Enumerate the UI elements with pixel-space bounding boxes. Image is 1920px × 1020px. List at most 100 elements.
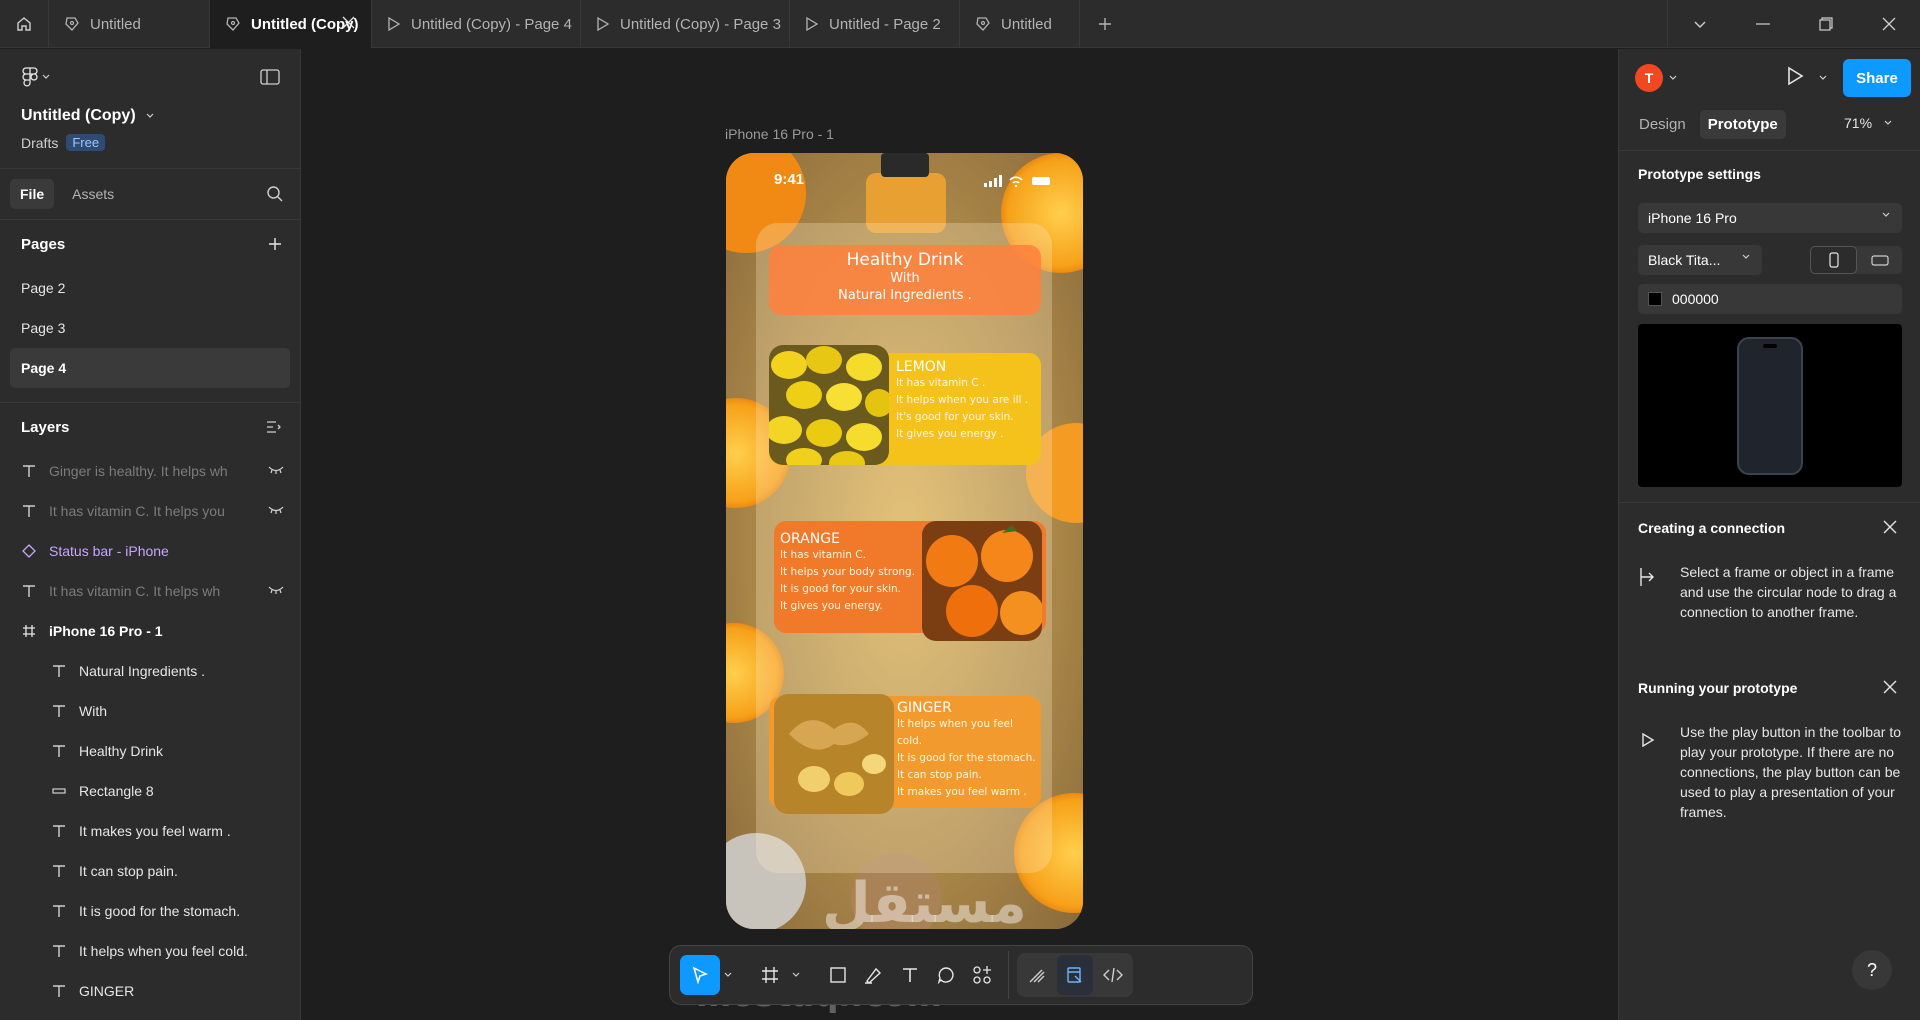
frame-label[interactable]: iPhone 16 Pro - 1 [725, 126, 834, 142]
frame-tool-menu[interactable] [788, 955, 804, 995]
layer-row[interactable]: Status bar - iPhone [0, 531, 300, 571]
page-item-page-3[interactable]: Page 3 [0, 308, 300, 348]
landscape-button[interactable] [1857, 246, 1902, 274]
layer-row[interactable]: Healthy Drink [0, 731, 300, 771]
chevron-down-icon [1693, 19, 1707, 29]
main-menu-button[interactable] [22, 67, 50, 87]
search-icon[interactable] [266, 185, 284, 203]
layer-name: With [79, 703, 107, 719]
frame-tool-button[interactable] [752, 955, 788, 995]
tab-2[interactable]: Untitled (Copy) [210, 0, 372, 48]
mode-switcher [1017, 953, 1133, 997]
tab-design[interactable]: Design [1631, 110, 1694, 139]
layer-row[interactable]: Natural Ingredients . [0, 651, 300, 691]
tab-3[interactable]: Untitled (Copy) - Page 4 [372, 0, 581, 48]
draw-mode-button[interactable] [1019, 955, 1055, 995]
file-icon [64, 16, 80, 32]
portrait-button[interactable] [1810, 246, 1857, 274]
layer-row[interactable]: It can stop pain. [0, 851, 300, 891]
device-select[interactable]: iPhone 16 Pro [1638, 203, 1902, 233]
chevron-down-icon[interactable] [1669, 75, 1677, 81]
avatar[interactable]: T [1635, 64, 1663, 92]
tabs-menu-button[interactable] [1668, 0, 1731, 48]
model-select[interactable]: Black Tita... [1638, 245, 1762, 275]
close-icon[interactable] [1883, 680, 1897, 694]
text-icon [49, 664, 69, 678]
text-tool-button[interactable] [892, 955, 928, 995]
tab-file[interactable]: File [10, 179, 55, 209]
tab-5[interactable]: Untitled - Page 2 [790, 0, 960, 48]
close-icon[interactable] [1883, 520, 1897, 534]
layer-row[interactable]: It has vitamin C. It helps wh [0, 571, 300, 611]
play-icon[interactable] [1785, 65, 1805, 87]
sidebar-toggle-button[interactable] [260, 69, 280, 85]
hidden-eye-icon[interactable] [268, 465, 284, 475]
layer-row[interactable]: GINGER [0, 971, 300, 1011]
zoom-control[interactable]: 71% [1844, 115, 1892, 131]
actions-tool-button[interactable] [964, 955, 1000, 995]
canvas[interactable]: iPhone 16 Pro - 1 9:41 Healthy Drink Wit… [302, 49, 1618, 1020]
model-value: Black Tita... [1648, 252, 1721, 268]
move-tool-button[interactable] [680, 955, 720, 995]
page-item-page-4[interactable]: Page 4 [10, 348, 290, 388]
drafts-label[interactable]: Drafts [21, 135, 58, 151]
pages-section: Pages Page 2 Page 3 Page 4 [0, 220, 300, 403]
tab-prototype[interactable]: Prototype [1699, 110, 1786, 139]
layer-row[interactable]: It helps when you feel cold. [0, 931, 300, 971]
home-button[interactable] [0, 0, 49, 48]
iphone-frame[interactable]: 9:41 Healthy Drink With Natural Ingredie… [726, 153, 1083, 929]
comment-tool-button[interactable] [928, 955, 964, 995]
tab-6[interactable]: Untitled [960, 0, 1080, 48]
card-line: It's good for your skin. [896, 411, 1014, 423]
card-line: It can stop pain. [897, 769, 982, 781]
layer-name: Ginger is healthy. It helps wh [49, 463, 228, 479]
card-line: It gives you energy. [780, 600, 883, 612]
close-icon[interactable] [342, 16, 355, 29]
bottom-toolbar [669, 945, 1253, 1005]
minimize-button[interactable] [1731, 0, 1794, 48]
close-window-button[interactable] [1857, 0, 1920, 48]
pages-header: Pages [0, 220, 300, 268]
design-icon [1066, 966, 1084, 984]
pen-tool-button[interactable] [856, 955, 892, 995]
play-icon [805, 16, 819, 32]
hidden-eye-icon[interactable] [268, 585, 284, 595]
file-name[interactable]: Untitled (Copy) [21, 107, 154, 125]
layer-row[interactable]: Ginger is healthy. It helps wh [0, 451, 300, 491]
chevron-down-icon [1884, 120, 1892, 126]
chevron-down-icon[interactable] [1819, 75, 1827, 81]
rectangle-tool-button[interactable] [820, 955, 856, 995]
help-button[interactable]: ? [1852, 950, 1892, 990]
move-tool-menu[interactable] [720, 955, 736, 995]
card-line: It helps when you feel cold. [897, 718, 1013, 747]
share-button[interactable]: Share [1843, 59, 1911, 97]
card-line: It is good for your skin. [780, 583, 901, 595]
sidebar-icon [260, 69, 280, 85]
layer-row[interactable]: iPhone 16 Pro - 1 [0, 611, 300, 651]
design-mode-button[interactable] [1057, 955, 1093, 995]
new-tab-button[interactable] [1080, 0, 1130, 48]
color-swatch[interactable] [1648, 292, 1662, 306]
tab-assets[interactable]: Assets [62, 179, 124, 209]
layer-row[interactable]: It is good for the stomach. [0, 891, 300, 931]
ginger-image [774, 694, 894, 814]
dev-mode-button[interactable] [1095, 955, 1131, 995]
hidden-eye-icon[interactable] [268, 505, 284, 515]
collapse-layers-icon[interactable] [266, 420, 282, 434]
home-icon [15, 15, 33, 33]
layer-row[interactable]: With [0, 691, 300, 731]
layer-name: It has vitamin C. It helps wh [49, 583, 221, 599]
page-item-page-2[interactable]: Page 2 [0, 268, 300, 308]
phone-preview-icon [1737, 337, 1803, 475]
layer-row[interactable]: It has vitamin C. It helps you [0, 491, 300, 531]
background-color-field[interactable]: 000000 [1638, 284, 1902, 314]
text-icon [19, 584, 39, 598]
tab-4[interactable]: Untitled (Copy) - Page 3 [581, 0, 790, 48]
add-page-button[interactable] [268, 237, 282, 251]
layer-row[interactable]: It makes you feel warm . [0, 811, 300, 851]
landscape-icon [1870, 254, 1889, 266]
color-hex[interactable]: 000000 [1672, 291, 1719, 307]
tab-1[interactable]: Untitled [49, 0, 210, 48]
layer-row[interactable]: Rectangle 8 [0, 771, 300, 811]
restore-button[interactable] [1794, 0, 1857, 48]
